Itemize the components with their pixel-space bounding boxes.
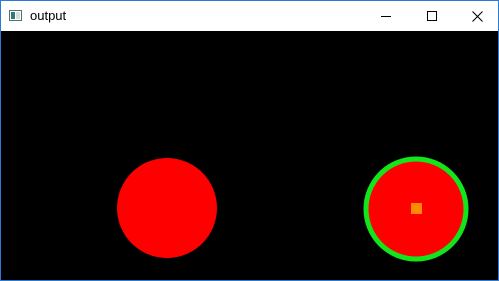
canvas-drawing	[1, 31, 498, 280]
red-circle	[117, 158, 217, 258]
app-window: output	[0, 0, 499, 281]
render-canvas	[1, 31, 498, 280]
minimize-button[interactable]	[363, 1, 409, 31]
close-icon	[471, 10, 483, 22]
maximize-icon	[427, 11, 437, 21]
close-button[interactable]	[454, 1, 498, 31]
maximize-button[interactable]	[409, 1, 455, 31]
title-bar[interactable]: output	[1, 1, 498, 31]
center-marker	[411, 203, 422, 214]
app-icon	[9, 10, 22, 21]
minimize-icon	[381, 16, 391, 17]
window-title: output	[30, 8, 67, 23]
